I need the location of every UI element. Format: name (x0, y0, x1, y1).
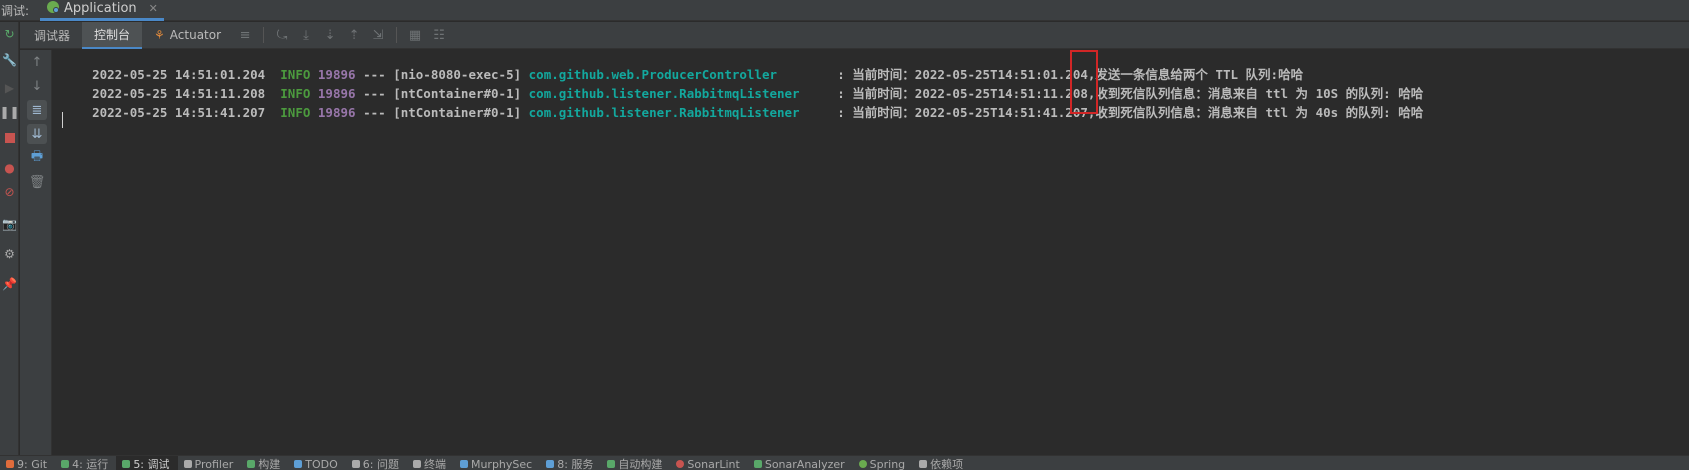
debug-left-toolbar: ↻ 🔧 ▶ ❚❚ ● ⊘ 📷 ⚙ 📌 (0, 22, 20, 455)
console-output[interactable]: 2022-05-25 14:51:01.204 INFO 19896 --- [… (53, 50, 1689, 455)
profiler-icon (183, 460, 192, 468)
highlight-box (1070, 50, 1098, 114)
view-breakpoints-icon[interactable]: ● (2, 160, 17, 175)
step-out-icon[interactable]: ⇡ (344, 25, 364, 45)
toolbar-separator (263, 27, 265, 43)
tool-dependencies[interactable]: 依赖项 (913, 456, 971, 470)
stop-icon[interactable] (2, 130, 17, 145)
tool-debug[interactable]: 5: 调试 (116, 456, 178, 470)
tab-debugger[interactable]: 调试器 (20, 22, 82, 49)
autobuild-icon (607, 460, 616, 468)
problems-icon (351, 460, 360, 468)
tool-sonarlint[interactable]: SonarLint (670, 456, 747, 470)
tool-window-bar: 9: Git 4: 运行 5: 调试 Profiler 构建 TODO 6: 问… (0, 455, 1689, 470)
trace-icon[interactable]: ☷ (429, 25, 449, 45)
tool-spring[interactable]: Spring (853, 456, 914, 470)
tool-services[interactable]: 8: 服务 (540, 456, 601, 470)
tool-murphysec[interactable]: MurphySec (454, 456, 540, 470)
menu-icon[interactable]: ≡ (235, 25, 255, 45)
step-into-icon[interactable]: ⇣ (320, 25, 340, 45)
tool-problems[interactable]: 6: 问题 (346, 456, 407, 470)
pin-icon[interactable]: 📌 (2, 276, 17, 291)
log-line: 2022-05-25 14:51:01.204 INFO 19896 --- [… (92, 67, 1304, 82)
build-icon (247, 460, 256, 468)
text-cursor (62, 112, 63, 128)
soft-wrap-icon[interactable]: ≣ (27, 100, 47, 120)
tab-application-label: Application (64, 1, 137, 16)
trash-icon[interactable]: 🗑 (27, 172, 47, 192)
run-icon (61, 460, 70, 468)
tab-actuator-label: Actuator (169, 28, 222, 42)
debug-tool-window-header: 调试: Application ✕ (0, 0, 1689, 21)
show-execution-point-icon[interactable]: ⤿ (272, 25, 292, 45)
git-icon (6, 460, 14, 468)
evaluate-expression-icon[interactable]: ▦ (405, 25, 425, 45)
actuator-icon: ⚘ (154, 28, 165, 42)
scroll-to-end-icon[interactable]: ⇊ (27, 124, 47, 144)
tab-application[interactable]: Application ✕ (40, 0, 164, 21)
tool-git[interactable]: 9: Git (0, 456, 55, 470)
run-to-cursor-icon[interactable]: ⇲ (368, 25, 388, 45)
sonaranalyzer-icon (753, 460, 762, 468)
spring-icon (858, 460, 867, 468)
log-line: 2022-05-25 14:51:41.207 INFO 19896 --- [… (92, 105, 1424, 120)
tool-profiler[interactable]: Profiler (178, 456, 242, 470)
tool-todo[interactable]: TODO (288, 456, 346, 470)
camera-icon[interactable]: 📷 (2, 216, 17, 231)
debug-icon (122, 460, 131, 468)
terminal-icon (412, 460, 421, 468)
debug-subtabs: 调试器 控制台 ⚘ Actuator ≡ ⤿ ⤓ ⇣ ⇡ ⇲ ▦ ☷ (20, 21, 1689, 49)
tool-run[interactable]: 4: 运行 (55, 456, 116, 470)
toolbar-separator (396, 27, 398, 43)
wrench-icon[interactable]: 🔧 (2, 52, 17, 67)
dependencies-icon (919, 460, 928, 468)
tool-window-label: 调试: (1, 3, 30, 18)
todo-icon (294, 460, 303, 468)
resume-icon[interactable]: ▶ (2, 80, 17, 95)
down-arrow-icon[interactable]: ↓ (27, 76, 47, 96)
close-icon[interactable]: ✕ (149, 2, 158, 15)
pause-icon[interactable]: ❚❚ (0, 104, 20, 119)
step-over-icon[interactable]: ⤓ (296, 25, 316, 45)
tool-autobuild[interactable]: 自动构建 (601, 456, 670, 470)
print-icon[interactable]: 🖶 (27, 148, 47, 168)
gear-icon[interactable]: ⚙ (2, 246, 17, 261)
log-line: 2022-05-25 14:51:11.208 INFO 19896 --- [… (92, 86, 1424, 101)
tool-build[interactable]: 构建 (241, 456, 288, 470)
spring-boot-icon (46, 0, 60, 18)
console-action-toolbar: ↑ ↓ ≣ ⇊ 🖶 🗑 (20, 50, 52, 455)
mute-breakpoints-icon[interactable]: ⊘ (2, 184, 17, 199)
murphysec-icon (459, 460, 468, 468)
tab-actuator[interactable]: ⚘ Actuator (142, 22, 233, 49)
sonarlint-icon (676, 460, 685, 468)
services-icon (546, 460, 555, 468)
tab-console[interactable]: 控制台 (82, 21, 143, 49)
up-arrow-icon[interactable]: ↑ (27, 52, 47, 72)
tool-sonaranalyzer[interactable]: SonarAnalyzer (748, 456, 853, 470)
rerun-icon[interactable]: ↻ (2, 26, 17, 41)
tool-terminal[interactable]: 终端 (407, 456, 454, 470)
